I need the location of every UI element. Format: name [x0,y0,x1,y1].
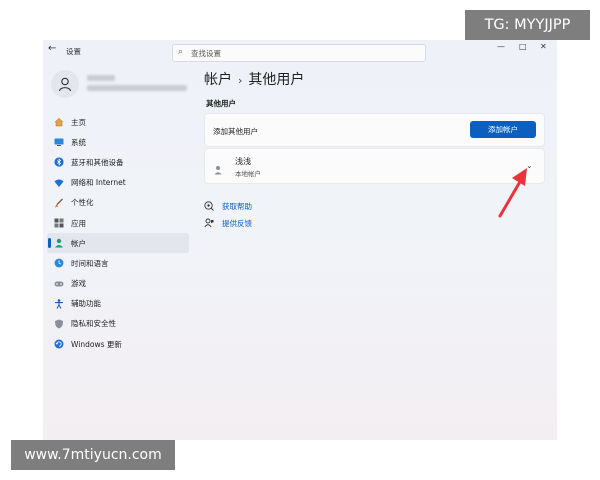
annotation-arrow [498,168,527,218]
watermark-url: www.7mtiyucn.com [11,440,175,470]
watermark-tg: TG: MYYJJPP [465,10,590,40]
